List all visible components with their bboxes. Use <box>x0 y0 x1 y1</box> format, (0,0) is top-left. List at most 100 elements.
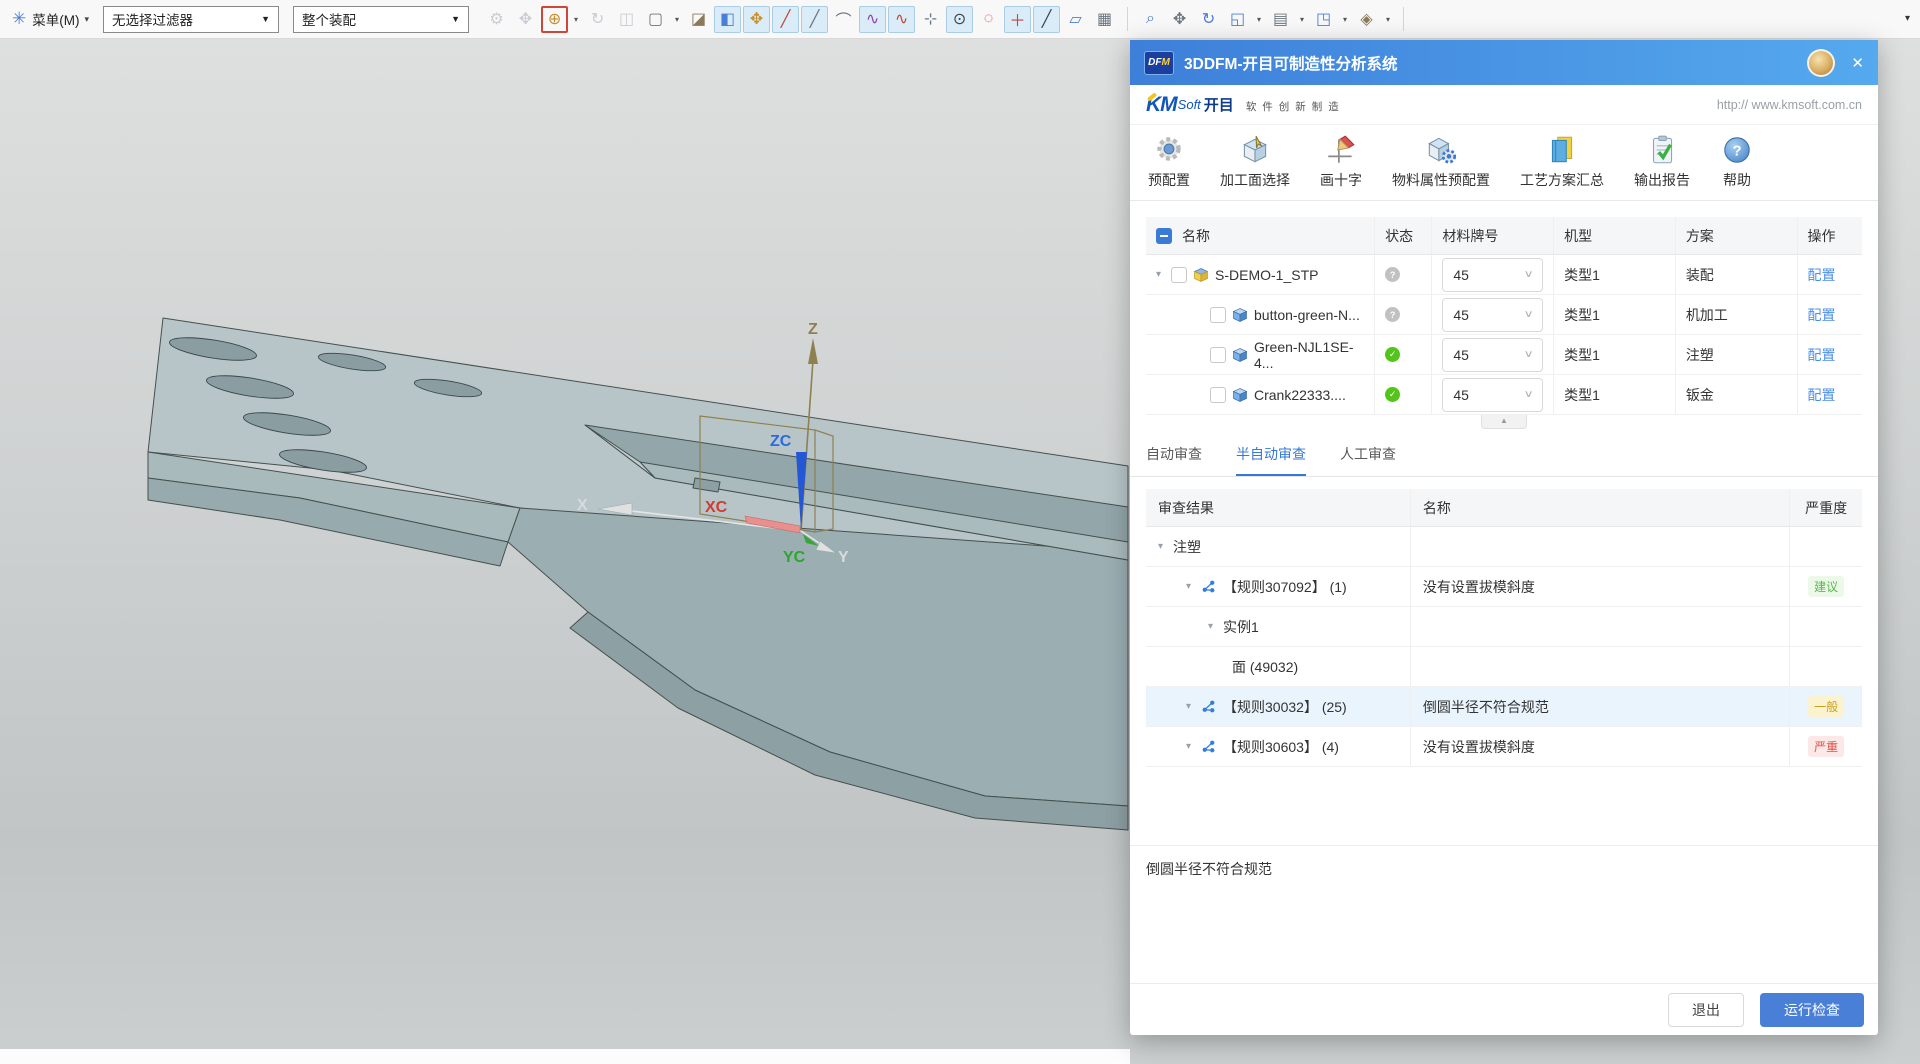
pattern-component-icon[interactable]: ↻ <box>584 6 611 33</box>
select-caret-icon[interactable]: ▾ <box>671 15 683 24</box>
tab-auto-review[interactable]: 自动审查 <box>1146 433 1202 476</box>
line-tool-icon[interactable]: ╱ <box>772 6 799 33</box>
expand-caret-icon[interactable]: ▾ <box>1208 621 1223 632</box>
circle-tool-icon[interactable]: ⊙ <box>946 6 973 33</box>
selection-scope-value: 整个装配 <box>302 9 356 29</box>
plus-tool-icon[interactable]: ＋ <box>1004 6 1031 33</box>
table-row[interactable]: button-green-N... ? 45 ∨ 类型1 机加工 配置 <box>1146 295 1862 335</box>
expand-caret-icon[interactable]: ▾ <box>1158 541 1173 552</box>
expand-caret-icon[interactable]: ▾ <box>1156 269 1171 280</box>
slash-tool-icon[interactable]: ╱ <box>1033 6 1060 33</box>
expand-caret-icon[interactable]: ▾ <box>1186 701 1201 712</box>
table-row[interactable]: Green-NJL1SE-4... ✓ 45 ∨ 类型1 注塑 配置 <box>1146 335 1862 375</box>
tab-manual-review[interactable]: 人工审查 <box>1340 433 1396 476</box>
review-row-instance[interactable]: ▾ 实例1 <box>1146 607 1862 647</box>
row-checkbox[interactable] <box>1171 267 1187 283</box>
view-cube-icon[interactable]: ◳ <box>1310 6 1337 33</box>
menu-button[interactable]: 菜单(M) ▾ <box>32 9 89 29</box>
table-row[interactable]: ▾ S-DEMO-1_STP ? 45 ∨ 类型1 装配 配置 <box>1146 255 1862 295</box>
toolbar-overflow-caret[interactable]: ▾ <box>1905 13 1910 24</box>
shaded-edges-view-icon[interactable]: ◧ <box>714 6 741 33</box>
material-select[interactable]: 45 ∨ <box>1442 338 1543 372</box>
help-button[interactable]: ? 帮助 <box>1720 133 1754 190</box>
arc-tool-icon[interactable]: ⌒ <box>830 6 857 33</box>
material-preconfig-button[interactable]: 物料属性预配置 <box>1392 133 1490 190</box>
filter-funnel-icon[interactable]: ⊕ <box>541 6 568 33</box>
configure-link[interactable]: 配置 <box>1808 265 1836 285</box>
configure-link[interactable]: 配置 <box>1808 305 1836 325</box>
expand-caret-icon[interactable]: ▾ <box>1186 741 1201 752</box>
toolbar-separator <box>1403 7 1404 31</box>
close-icon[interactable]: ✕ <box>1851 54 1864 72</box>
expand-caret-icon[interactable]: ▾ <box>1186 581 1201 592</box>
preconfig-button[interactable]: 预配置 <box>1148 133 1190 190</box>
kmsoft-logo: KM <box>1146 93 1177 117</box>
move-component-icon[interactable]: ✥ <box>512 6 539 33</box>
row-checkbox[interactable] <box>1210 307 1226 323</box>
configure-link[interactable]: 配置 <box>1808 385 1836 405</box>
datum-grid-icon[interactable]: ▦ <box>1091 6 1118 33</box>
row-checkbox[interactable] <box>1210 347 1226 363</box>
snap-point-icon[interactable]: ✥ <box>743 6 770 33</box>
pan-view-icon[interactable]: ✥ <box>1166 6 1193 33</box>
tab-semi-auto-review[interactable]: 半自动审查 <box>1236 433 1306 476</box>
parts-table: 名称 状态 材料牌号 机型 方案 操作 ▾ S-DEMO-1_STP ? <box>1146 217 1862 415</box>
selection-filter-dropdown[interactable]: 无选择过滤器 ▼ <box>103 6 279 33</box>
material-select[interactable]: 45 ∨ <box>1442 378 1543 412</box>
exit-button[interactable]: 退出 <box>1668 993 1744 1027</box>
review-row-face[interactable]: 面 (49032) <box>1146 647 1862 687</box>
review-row-rule[interactable]: ▾ 【规则30603】 (4) 没有设置拔模斜度 严重 <box>1146 727 1862 767</box>
chevron-down-icon: ∨ <box>1523 309 1533 320</box>
severity-badge: 建议 <box>1808 576 1844 597</box>
cad-toolbar: ✳ 菜单(M) ▾ 无选择过滤器 ▼ 整个装配 ▼ ⚙✥⊕▾↻◫▢▾◪◧✥╱╱⌒… <box>0 0 1920 39</box>
table-row[interactable]: Crank22333.... ✓ 45 ∨ 类型1 钣金 配置 <box>1146 375 1862 415</box>
brand-url: http:// www.kmsoft.com.cn <box>1717 98 1862 112</box>
y-axis-label: Y <box>838 549 849 566</box>
status-pending-icon: ? <box>1385 267 1400 282</box>
configure-link[interactable]: 配置 <box>1808 345 1836 365</box>
review-table-empty-area <box>1130 767 1878 845</box>
rect-select-icon[interactable]: ▢ <box>642 6 669 33</box>
cube-caret-icon[interactable]: ▾ <box>1339 15 1351 24</box>
mirror-assembly-icon[interactable]: ◫ <box>613 6 640 33</box>
status-pending-icon: ? <box>1385 307 1400 322</box>
point-tool-icon[interactable]: ⊹ <box>917 6 944 33</box>
material-select[interactable]: 45 ∨ <box>1442 258 1543 292</box>
selection-scope-dropdown[interactable]: 整个装配 ▼ <box>293 6 469 33</box>
process-plan-summary-button[interactable]: 工艺方案汇总 <box>1520 133 1604 190</box>
app-menu-icon[interactable]: ✳ <box>12 9 26 29</box>
fit-curve-icon[interactable]: ∿ <box>888 6 915 33</box>
material-select[interactable]: 45 ∨ <box>1442 298 1543 332</box>
filter-caret-icon[interactable]: ▾ <box>570 15 582 24</box>
assembly-constraints-icon[interactable]: ⚙ <box>483 6 510 33</box>
studio-spline-icon[interactable]: ∿ <box>859 6 886 33</box>
review-row-group[interactable]: ▾ 注塑 <box>1146 527 1862 567</box>
fit-caret-icon[interactable]: ▾ <box>1253 15 1265 24</box>
shaded-view-icon[interactable]: ◪ <box>685 6 712 33</box>
zc-axis-label: ZC <box>770 433 792 450</box>
fit-view-icon[interactable]: ◱ <box>1224 6 1251 33</box>
machining-face-select-button[interactable]: 加工面选择 <box>1220 133 1290 190</box>
select-all-checkbox[interactable] <box>1156 228 1172 244</box>
zoom-region-icon[interactable]: ⌕ <box>1137 6 1164 33</box>
review-row-rule[interactable]: ▾ 【规则307092】 (1) 没有设置拔模斜度 建议 <box>1146 567 1862 607</box>
dropdown-caret-icon: ▼ <box>261 14 270 24</box>
perspective-caret-icon[interactable]: ▾ <box>1382 15 1394 24</box>
draw-cross-button[interactable]: 画十字 <box>1320 133 1362 190</box>
rotate-view-icon[interactable]: ↻ <box>1195 6 1222 33</box>
output-report-button[interactable]: 输出报告 <box>1634 133 1690 190</box>
review-table: 审查结果 名称 严重度 ▾ 注塑 ▾ 【规则3070 <box>1146 489 1862 767</box>
circle-dashed-icon[interactable]: ◌ <box>975 6 1002 33</box>
sheet-tool-icon[interactable]: ▱ <box>1062 6 1089 33</box>
perspective-icon[interactable]: ◈ <box>1353 6 1380 33</box>
avatar[interactable] <box>1807 49 1835 77</box>
row-checkbox[interactable] <box>1210 387 1226 403</box>
render-caret-icon[interactable]: ▾ <box>1296 15 1308 24</box>
panel-footer: 退出 运行检查 <box>1130 983 1878 1035</box>
review-table-header: 审查结果 名称 严重度 <box>1146 489 1862 527</box>
run-check-button[interactable]: 运行检查 <box>1760 993 1864 1027</box>
line-point-tool-icon[interactable]: ╱ <box>801 6 828 33</box>
collapse-button[interactable]: ▲ <box>1481 415 1527 429</box>
review-row-rule-selected[interactable]: ▾ 【规则30032】 (25) 倒圆半径不符合规范 一般 <box>1146 687 1862 727</box>
render-style-icon[interactable]: ▤ <box>1267 6 1294 33</box>
